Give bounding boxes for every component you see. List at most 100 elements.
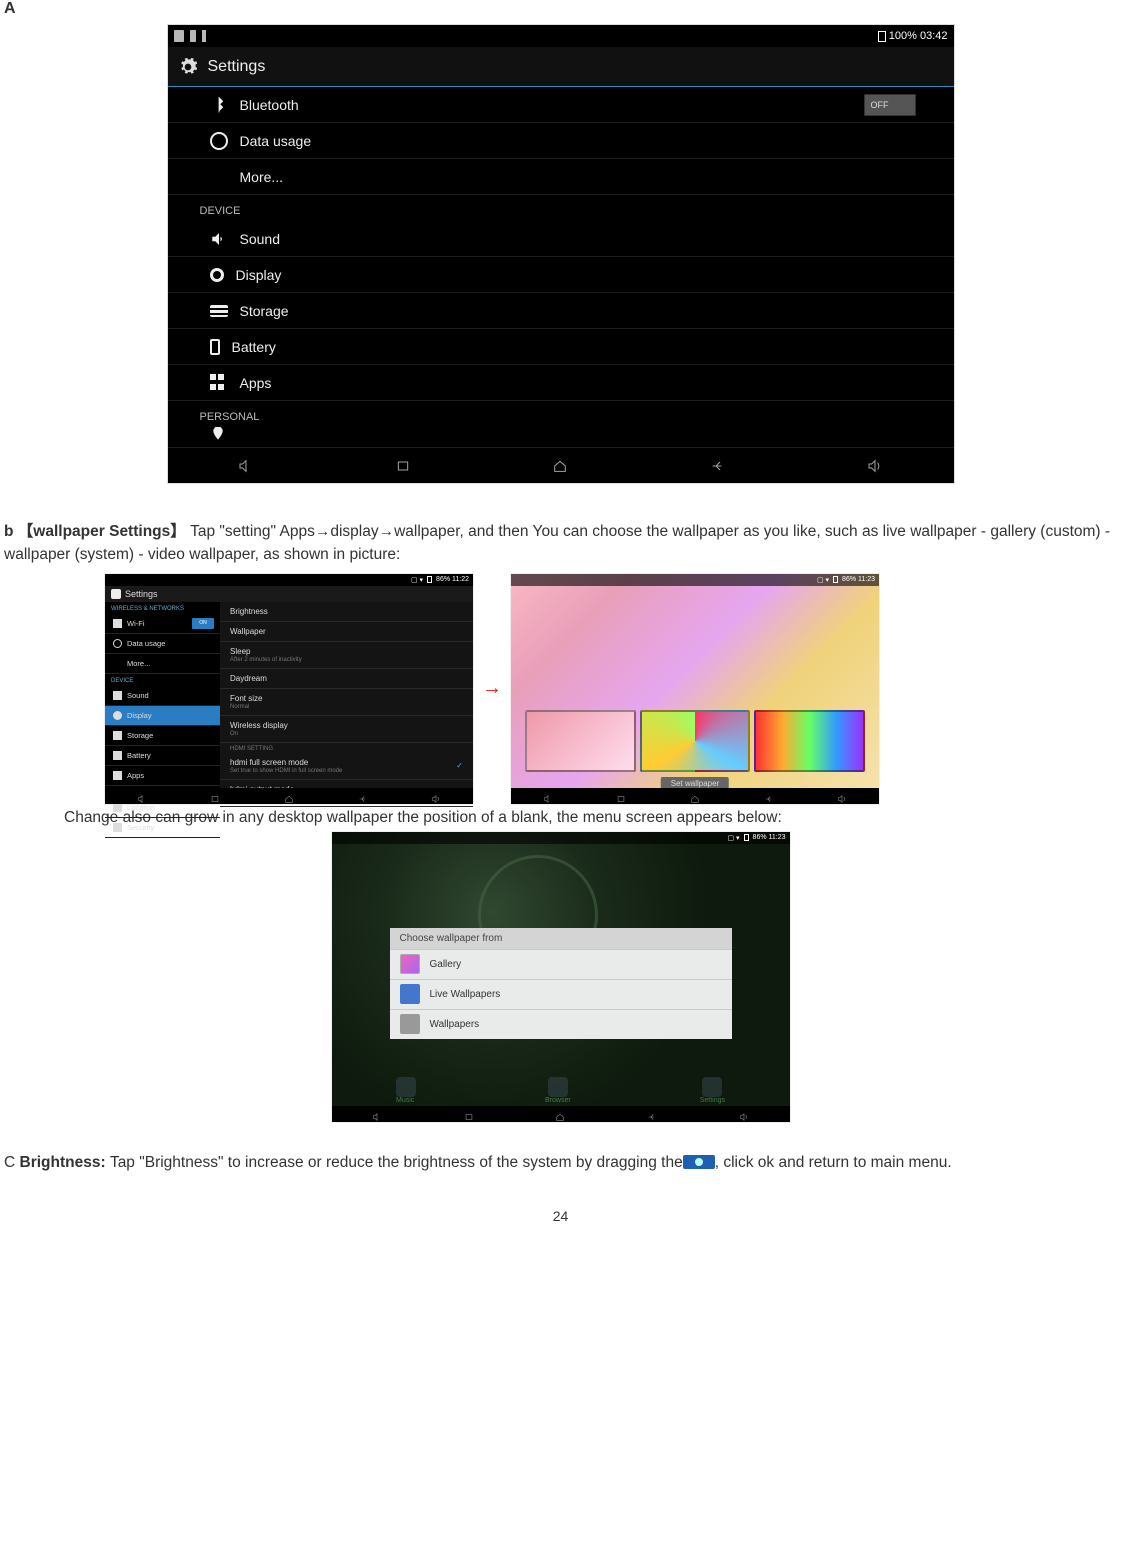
dock-music[interactable]: Music [396, 1077, 416, 1104]
vol-down-icon[interactable] [135, 791, 149, 801]
row-data-usage[interactable]: Data usage [168, 123, 954, 159]
wifi-toggle[interactable]: ON [192, 618, 214, 629]
vol-down-icon[interactable] [370, 1109, 384, 1119]
section-c-prefix: C [4, 1154, 20, 1171]
spacer-icon [210, 168, 228, 186]
home-icon[interactable] [550, 458, 570, 474]
settings-icon [702, 1077, 722, 1097]
wifi-icon [113, 619, 122, 628]
row-label: Data usage [240, 133, 312, 149]
settings-sidebar[interactable]: WIRELESS & NETWORKS Wi-FiON Data usage M… [105, 602, 220, 788]
row-label: Battery [232, 339, 276, 355]
sidebar-battery[interactable]: Battery [105, 746, 220, 766]
sidebar-more[interactable]: More... [105, 654, 220, 674]
chooser-opt-wallpapers[interactable]: Wallpapers [390, 1009, 732, 1039]
display-settings-panel[interactable]: Brightness Wallpaper SleepAfter 2 minute… [220, 602, 473, 788]
sidebar-storage[interactable]: Storage [105, 726, 220, 746]
row-location-truncated[interactable] [168, 427, 954, 441]
bluetooth-toggle[interactable]: OFF [864, 94, 916, 116]
battery-icon [113, 751, 122, 760]
gallery-icon [400, 954, 420, 974]
bracket-close: 】 [170, 523, 186, 540]
storage-icon [210, 305, 228, 317]
sidebar-wifi[interactable]: Wi-FiON [105, 614, 220, 634]
vol-up-icon[interactable] [737, 1109, 751, 1119]
sidebar-display[interactable]: Display [105, 706, 220, 726]
section-c-text1: Tap "Brightness" to increase or reduce t… [110, 1154, 683, 1171]
back-icon[interactable] [645, 1109, 659, 1119]
usb-icon [190, 30, 196, 42]
dock-browser[interactable]: Browser [545, 1077, 571, 1104]
back-icon[interactable] [708, 458, 728, 474]
row-bluetooth[interactable]: Bluetooth OFF [168, 87, 954, 123]
back-icon[interactable] [762, 791, 776, 801]
row-label: Sound [240, 231, 280, 247]
row-label: Storage [240, 303, 289, 319]
music-icon [396, 1077, 416, 1097]
dock-settings[interactable]: Settings [700, 1077, 725, 1104]
chooser-opt-live[interactable]: Live Wallpapers [390, 979, 732, 1009]
apps-icon [113, 771, 122, 780]
section-a-label: A [4, 0, 1117, 18]
volume-up-icon[interactable] [865, 458, 885, 474]
opt-hdmi-full[interactable]: hdmi full screen modeSet true to show HD… [220, 753, 473, 780]
screenshot-display-settings: ▢ ▾86% 11:22 Settings WIRELESS & NETWORK… [104, 573, 474, 805]
title-bar: Settings [105, 586, 473, 602]
wallpaper-thumb[interactable] [525, 710, 636, 772]
category-device: DEVICE [168, 195, 954, 221]
row-storage[interactable]: Storage [168, 293, 954, 329]
settings-list[interactable]: Bluetooth OFF Data usage More... DEVICE … [168, 87, 954, 447]
opt-sleep[interactable]: SleepAfter 2 minutes of inactivity [220, 642, 473, 669]
sidebar-data-usage[interactable]: Data usage [105, 634, 220, 654]
section-b-paragraph: b 【wallpaper Settings】 Tap "setting" App… [4, 520, 1117, 567]
vol-up-icon[interactable] [429, 791, 443, 801]
recent-apps-icon[interactable] [393, 458, 413, 474]
cat-wireless: WIRELESS & NETWORKS [105, 602, 220, 614]
back-icon[interactable] [356, 791, 370, 801]
row-more[interactable]: More... [168, 159, 954, 195]
row-label: Apps [240, 375, 272, 391]
row-battery[interactable]: Battery [168, 329, 954, 365]
opt-brightness[interactable]: Brightness [220, 602, 473, 622]
wallpaper-thumbnails[interactable] [525, 710, 865, 772]
sidebar-security[interactable]: Security [105, 818, 220, 838]
data-icon [113, 639, 122, 648]
sidebar-apps[interactable]: Apps [105, 766, 220, 786]
opt-daydream[interactable]: Daydream [220, 669, 473, 689]
sound-icon [210, 230, 228, 248]
vol-down-icon[interactable] [541, 791, 555, 801]
location-icon [113, 803, 122, 812]
home-icon[interactable] [553, 1109, 567, 1119]
opt-font[interactable]: Font sizeNormal [220, 689, 473, 716]
location-icon [210, 427, 228, 441]
recent-icon[interactable] [462, 1109, 476, 1119]
arrow-icon: → [480, 677, 504, 700]
wallpaper-thumb[interactable] [754, 710, 865, 772]
volume-down-icon[interactable] [236, 458, 256, 474]
recent-icon[interactable] [208, 791, 222, 801]
home-icon[interactable] [282, 791, 296, 801]
row-sound[interactable]: Sound [168, 221, 954, 257]
opt-wallpaper[interactable]: Wallpaper [220, 622, 473, 642]
wallpaper-thumb[interactable] [640, 710, 751, 772]
gear-icon [111, 589, 121, 599]
chooser-opt-gallery[interactable]: Gallery [390, 949, 732, 979]
page-number: 24 [4, 1208, 1117, 1224]
browser-icon [548, 1077, 568, 1097]
vol-up-icon[interactable] [835, 791, 849, 801]
status-bar: ▢ ▾86% 11:23 [332, 832, 790, 844]
screenshot-pair: ▢ ▾86% 11:22 Settings WIRELESS & NETWORK… [104, 573, 1117, 805]
sidebar-sound[interactable]: Sound [105, 686, 220, 706]
data-usage-icon [210, 132, 228, 150]
battery-time-text: 100% 03:42 [889, 30, 948, 42]
opt-wireless-display[interactable]: Wireless displayOn [220, 716, 473, 743]
home-icon[interactable] [688, 791, 702, 801]
recent-icon[interactable] [614, 791, 628, 801]
bluetooth-icon [210, 96, 228, 114]
wallpaper-chooser-dialog: Choose wallpaper from Gallery Live Wallp… [390, 928, 732, 1039]
row-apps[interactable]: Apps [168, 365, 954, 401]
sd-card-icon [174, 30, 184, 42]
live-wallpapers-icon [400, 984, 420, 1004]
nav-bar [168, 447, 954, 483]
row-display[interactable]: Display [168, 257, 954, 293]
